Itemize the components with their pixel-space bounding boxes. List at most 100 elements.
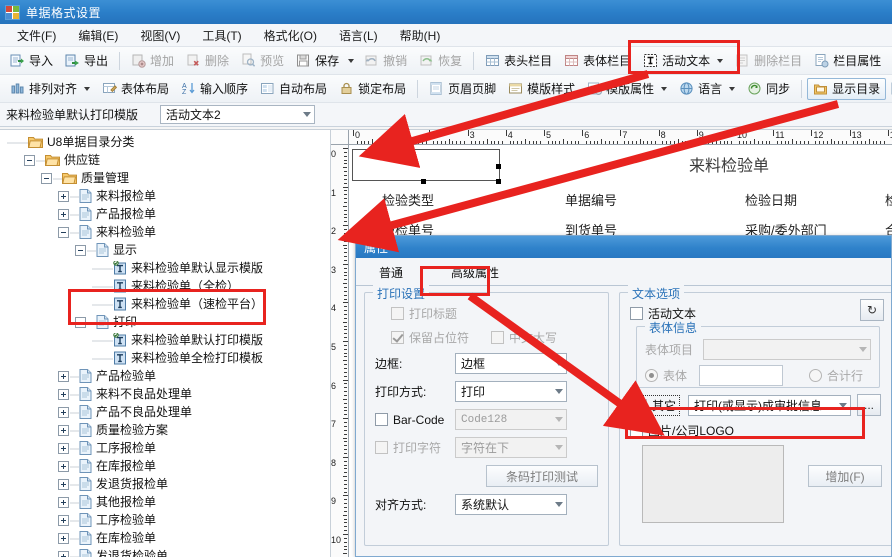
tree-node[interactable]: 质量检验方案 xyxy=(3,421,330,439)
tree-expand-icon[interactable] xyxy=(58,208,69,220)
toolbar-add-button[interactable]: 增加 xyxy=(125,50,180,72)
toolbar-redo-button[interactable]: 恢复 xyxy=(413,50,468,72)
align-dropdown-caret[interactable] xyxy=(84,86,91,91)
toolbar-lock-layout-button[interactable]: 锁定布局 xyxy=(333,78,412,100)
tree-expand-icon[interactable] xyxy=(58,532,69,544)
field-inspection-type[interactable]: 检验类型 xyxy=(382,190,434,209)
tree-collapse-icon[interactable] xyxy=(41,172,52,184)
chinese-capital-checkbox[interactable] xyxy=(491,331,505,344)
toolbar-language-button[interactable]: 语言 xyxy=(673,78,741,100)
add-image-button[interactable]: 增加(F) xyxy=(808,465,882,487)
template-tree-panel[interactable]: U8单据目录分类 供应链 质量管理 来料报检单 产品报检单 来料检验单 显示 来料检验单默认显… xyxy=(0,129,331,557)
resize-handle-tr[interactable] xyxy=(496,164,501,169)
barcode-checkbox[interactable] xyxy=(375,413,388,426)
tree-collapse-icon[interactable] xyxy=(75,244,86,256)
toolbar-extra-button[interactable] xyxy=(886,78,892,100)
tree-node[interactable]: 来料检验单默认显示模版 xyxy=(3,259,330,277)
toolbar-preview-button[interactable]: 预览 xyxy=(235,50,290,72)
tree-node[interactable]: 来料检验单（全检） xyxy=(3,277,330,295)
toolbar-auto-layout-button[interactable]: 自动布局 xyxy=(254,78,333,100)
tree-expand-icon[interactable] xyxy=(58,424,69,436)
logo-checkbox[interactable] xyxy=(630,424,643,437)
refresh-button[interactable]: ↻ xyxy=(860,299,884,321)
tree-expand-icon[interactable] xyxy=(58,370,69,382)
toolbar-input-order-button[interactable]: AZ 输入顺序 xyxy=(175,78,254,100)
tree-node[interactable]: 工序检验单 xyxy=(3,511,330,529)
toolbar-header-columns-button[interactable]: 表头栏目 xyxy=(479,50,558,72)
total-row-radio[interactable] xyxy=(809,369,822,382)
tree-node[interactable]: 在库检验单 xyxy=(3,529,330,547)
tree-node[interactable]: 产品不良品处理单 xyxy=(3,403,330,421)
tree-collapse-icon[interactable] xyxy=(24,154,35,166)
other-value-select[interactable]: 打印(或显示)成审批信息 xyxy=(688,394,852,416)
tree-node[interactable]: 来料不良品处理单 xyxy=(3,385,330,403)
print-mode-select[interactable]: 打印 xyxy=(455,381,567,402)
toolbar-column-property-button[interactable]: 栏目属性 xyxy=(808,50,887,72)
template-property-dropdown-caret[interactable] xyxy=(661,86,668,91)
toolbar-header-footer-button[interactable]: 页眉页脚 xyxy=(423,78,502,100)
resize-handle-bl[interactable] xyxy=(421,179,426,184)
tree-expand-icon[interactable] xyxy=(58,550,69,557)
tree-expand-icon[interactable] xyxy=(58,478,69,490)
toolbar-body-layout-button[interactable]: 表体布局 xyxy=(96,78,175,100)
save-dropdown-caret[interactable] xyxy=(348,58,355,63)
toolbar-delete-column-button[interactable]: 删除栏目 xyxy=(729,50,808,72)
tab-general[interactable]: 普通 xyxy=(370,261,412,285)
active-text-dropdown-caret[interactable] xyxy=(717,58,724,63)
menu-edit[interactable]: 编辑(E) xyxy=(67,24,129,47)
tree-collapse-icon[interactable] xyxy=(58,226,69,238)
tree-node[interactable]: 工序报检单 xyxy=(3,439,330,457)
body-item-select[interactable] xyxy=(703,339,871,360)
tab-advanced[interactable]: 高级属性 xyxy=(442,261,509,285)
active-text-checkbox[interactable] xyxy=(630,307,643,320)
toolbar-body-columns-button[interactable]: 表体栏目 xyxy=(558,50,637,72)
print-chars-checkbox[interactable] xyxy=(375,441,388,454)
menu-tools[interactable]: 工具(T) xyxy=(191,24,252,47)
tree-node[interactable]: 发退货报检单 xyxy=(3,475,330,493)
tree-node[interactable]: 来料检验单全检打印模板 xyxy=(3,349,330,367)
properties-dialog[interactable]: 属性 普通 高级属性 打印设置 打印标题 保留占位符 中文大写 边框: 边框 打… xyxy=(355,235,892,557)
tree-expand-icon[interactable] xyxy=(58,388,69,400)
language-dropdown-caret[interactable] xyxy=(729,86,736,91)
tree-node[interactable]: 供应链 xyxy=(3,151,330,169)
barcode-type-select[interactable]: Code128 xyxy=(455,409,567,430)
tree-expand-icon[interactable] xyxy=(58,190,69,202)
tree-expand-icon[interactable] xyxy=(58,514,69,526)
other-checkbox[interactable] xyxy=(634,398,647,412)
toolbar-undo-button[interactable]: 撤销 xyxy=(358,50,413,72)
tree-node[interactable]: 来料检验单（速检平台） xyxy=(3,295,330,313)
tree-expand-icon[interactable] xyxy=(58,460,69,472)
body-value-input[interactable] xyxy=(699,365,783,386)
tree-node[interactable]: 来料报检单 xyxy=(3,187,330,205)
tree-node[interactable]: 其他报检单 xyxy=(3,493,330,511)
toolbar-import-button[interactable]: 导入 xyxy=(4,50,59,72)
selected-active-text-element[interactable] xyxy=(352,149,500,181)
toolbar-sync-button[interactable]: 同步 xyxy=(741,78,796,100)
menu-language[interactable]: 语言(L) xyxy=(328,24,389,47)
align-select[interactable]: 系统默认 xyxy=(455,494,567,515)
keep-placeholder-checkbox[interactable] xyxy=(391,331,404,344)
toolbar-template-property-button[interactable]: 模版属性 xyxy=(581,78,673,100)
tree-node[interactable]: 产品报检单 xyxy=(3,205,330,223)
menu-format[interactable]: 格式化(O) xyxy=(253,24,328,47)
tree-node[interactable]: 发退货检验单 xyxy=(3,547,330,557)
toolbar-template-style-button[interactable]: 模版样式 xyxy=(502,78,581,100)
image-preview[interactable] xyxy=(642,445,784,523)
tree-node[interactable]: 打印 xyxy=(3,313,330,331)
tree-node[interactable]: 来料检验单默认打印模版 xyxy=(3,331,330,349)
document-title-text[interactable]: 来料检验单 xyxy=(689,152,769,176)
toolbar-delete-button[interactable]: 删除 xyxy=(180,50,235,72)
tree-expand-icon[interactable] xyxy=(58,406,69,418)
other-browse-button[interactable]: ... xyxy=(857,394,882,416)
print-title-checkbox[interactable] xyxy=(391,307,404,320)
template-tree[interactable]: U8单据目录分类 供应链 质量管理 来料报检单 产品报检单 来料检验单 显示 来料检验单默认显… xyxy=(0,130,330,557)
tree-expand-icon[interactable] xyxy=(58,442,69,454)
resize-handle-br[interactable] xyxy=(496,179,501,184)
menu-view[interactable]: 视图(V) xyxy=(129,24,191,47)
border-select[interactable]: 边框 xyxy=(455,353,567,374)
print-chars-select[interactable]: 字符在下 xyxy=(455,437,567,458)
toolbar-active-text-button[interactable]: 活动文本 xyxy=(637,50,729,72)
field-inspection-date[interactable]: 检验日期 xyxy=(745,190,797,209)
toolbar-export-button[interactable]: 导出 xyxy=(59,50,114,72)
tree-node[interactable]: 来料检验单 xyxy=(3,223,330,241)
